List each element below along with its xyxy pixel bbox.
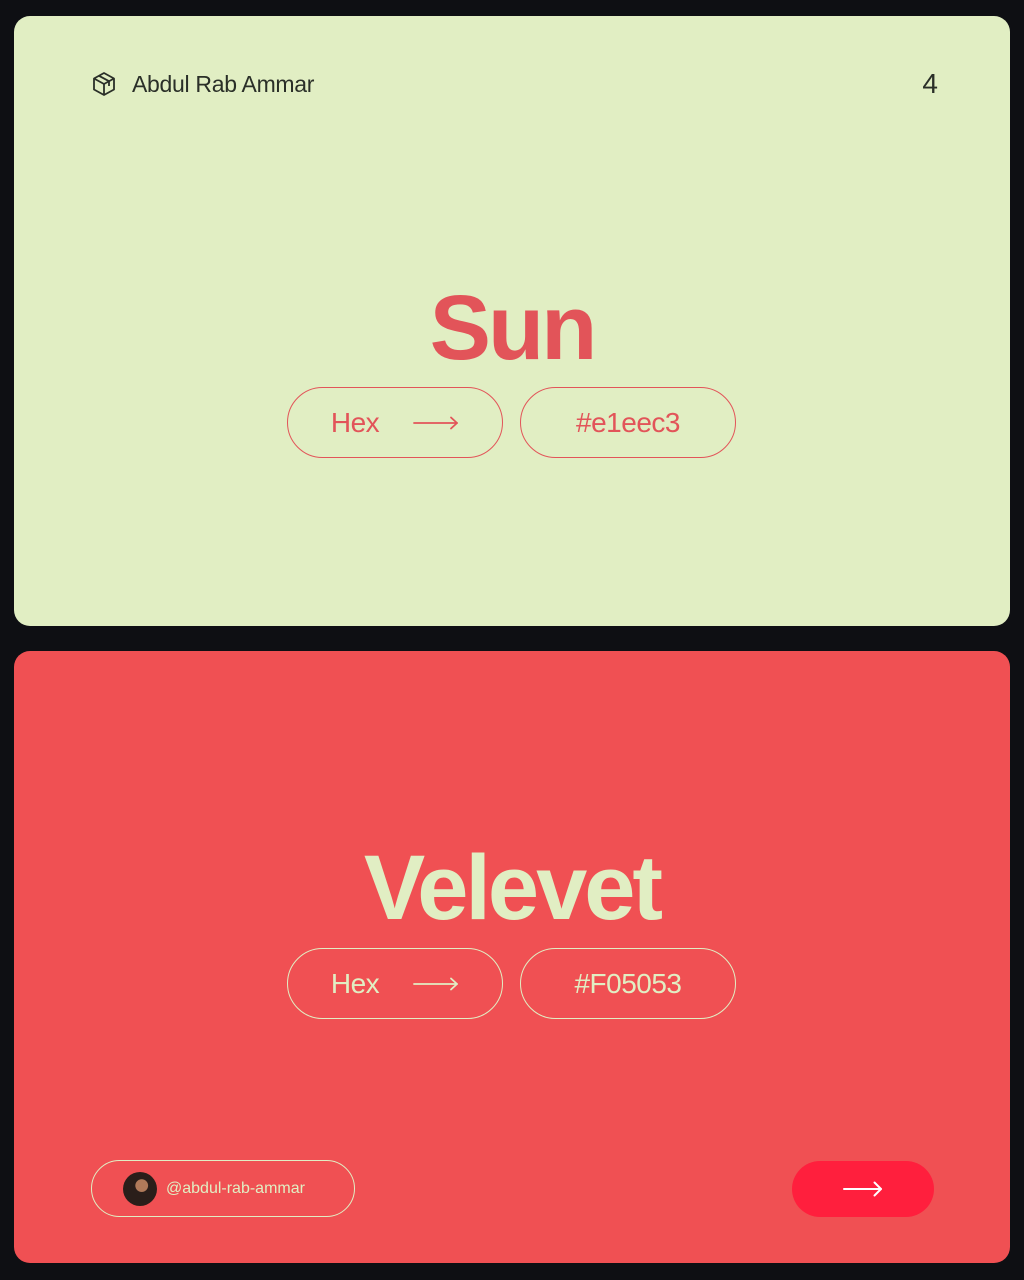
hex-value-pill: #e1eec3 <box>520 387 736 458</box>
hex-value: #F05053 <box>574 967 682 999</box>
hex-pill-row: Hex #F05053 <box>287 948 736 1019</box>
arrow-right-icon <box>413 977 459 991</box>
color-name: Sun <box>429 277 598 379</box>
brand: Abdul Rab Ammar <box>90 70 314 98</box>
next-button[interactable] <box>792 1161 934 1217</box>
hex-value: #e1eec3 <box>576 406 680 438</box>
author-handle: @abdul-rab-ammar <box>166 1179 305 1197</box>
color-name: Velevet <box>363 837 663 939</box>
hex-label: Hex <box>330 406 380 438</box>
color-card-velevet: Velevet Hex #F05053 @abdul-rab-ammar <box>14 651 1010 1263</box>
hex-pill-row: Hex #e1eec3 <box>287 387 736 458</box>
cube-icon <box>90 70 118 98</box>
hex-label-pill: Hex <box>287 387 503 458</box>
hex-label-pill: Hex <box>287 948 503 1019</box>
brand-name: Abdul Rab Ammar <box>132 70 315 97</box>
arrow-right-icon <box>413 416 459 430</box>
hex-value-pill: #F05053 <box>520 948 736 1019</box>
avatar <box>123 1171 157 1206</box>
arrow-right-icon <box>843 1181 883 1197</box>
page-number: 4 <box>922 68 938 99</box>
hex-label: Hex <box>330 967 380 999</box>
author-handle-link[interactable]: @abdul-rab-ammar <box>91 1160 355 1217</box>
color-card-sun: Abdul Rab Ammar 4 Sun Hex #e1eec3 <box>14 16 1010 626</box>
